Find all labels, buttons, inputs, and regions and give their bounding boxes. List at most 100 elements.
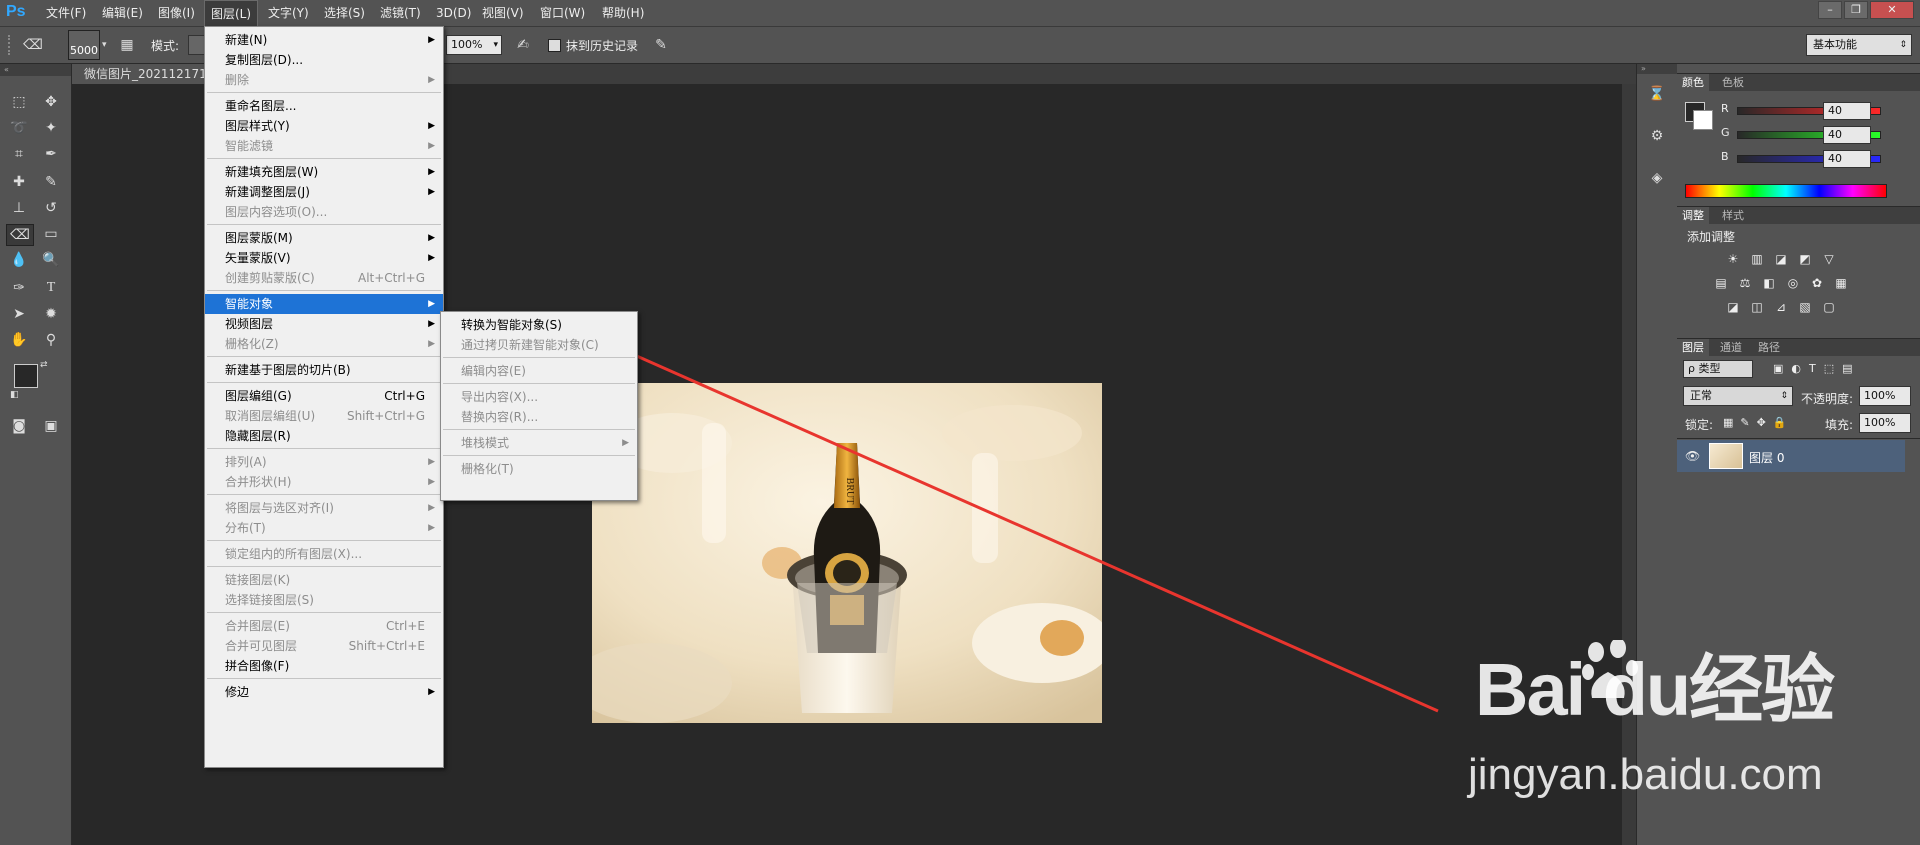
layer-menu-item[interactable]: 图层内容选项(O)... [205, 202, 443, 222]
layer-menu-item[interactable]: 智能对象 ▶ [205, 294, 443, 314]
threshold-icon[interactable]: ⊿ [1773, 300, 1789, 314]
layer-menu-separator [207, 494, 441, 495]
layer-menu-item[interactable]: 合并可见图层 Shift+Ctrl+E [205, 636, 443, 656]
smart-object-menu-item-label: 编辑内容(E) [461, 364, 526, 378]
layer-menu-item-label: 链接图层(K) [225, 573, 291, 587]
channel-mixer-icon[interactable]: ✿ [1809, 276, 1825, 290]
smart-object-menu-item[interactable]: 栅格化(T) [441, 459, 637, 479]
layer-menu-item-label: 修边 [225, 685, 250, 699]
exposure-icon[interactable]: ◩ [1797, 252, 1813, 266]
smart-object-menu-item[interactable]: 替换内容(R)... [441, 407, 637, 427]
submenu-arrow-icon: ▶ [428, 503, 435, 513]
submenu-arrow-icon: ▶ [428, 35, 435, 45]
layer-row[interactable]: 👁 图层 0 [1677, 440, 1905, 472]
layer-menu-item[interactable]: 新建填充图层(W) ▶ [205, 162, 443, 182]
fill-input[interactable]: 100% [1859, 413, 1911, 433]
layer-menu-item[interactable]: 图层蒙版(M) ▶ [205, 228, 443, 248]
layer-menu-item[interactable]: 新建基于图层的切片(B) [205, 360, 443, 380]
layer-menu-item[interactable]: 将图层与选区对齐(I) ▶ [205, 498, 443, 518]
brightness-icon[interactable]: ☀ [1725, 252, 1741, 266]
tab-channels[interactable]: 通道 [1715, 339, 1747, 356]
tab-color[interactable]: 颜色 [1677, 74, 1709, 91]
layer-menu-item[interactable]: 删除 ▶ [205, 70, 443, 90]
color-lookup-icon[interactable]: ▦ [1833, 276, 1849, 290]
layer-menu-item[interactable]: 锁定组内的所有图层(X)... [205, 544, 443, 564]
lock-icons[interactable]: ▦✎✥🔒 [1723, 416, 1794, 429]
smart-object-menu-item[interactable]: 通过拷贝新建智能对象(C) [441, 335, 637, 355]
layer-menu-item[interactable]: 复制图层(D)... [205, 50, 443, 70]
layer-menu-item[interactable]: 链接图层(K) [205, 570, 443, 590]
color-balance-icon[interactable]: ⚖ [1737, 276, 1753, 290]
layer-menu-item[interactable]: 合并图层(E) Ctrl+E [205, 616, 443, 636]
layer-menu-item[interactable]: 合并形状(H) ▶ [205, 472, 443, 492]
layer-menu-item-label: 分布(T) [225, 521, 266, 535]
gradient-map-icon[interactable]: ▢ [1821, 300, 1837, 314]
photo-filter-icon[interactable]: ◎ [1785, 276, 1801, 290]
layer-menu-separator [207, 356, 441, 357]
layer-menu-item[interactable]: 新建(N) ▶ [205, 30, 443, 50]
layers-panel-tabs: 图层 通道 路径 [1677, 338, 1920, 356]
submenu-arrow-icon: ▶ [428, 477, 435, 487]
tab-styles[interactable]: 样式 [1717, 207, 1749, 224]
layer-filter-icons[interactable]: ▣◐T⬚▤ [1773, 362, 1861, 375]
layer-menu-item[interactable]: 新建调整图层(J) ▶ [205, 182, 443, 202]
layer-menu-item[interactable]: 分布(T) ▶ [205, 518, 443, 538]
layer-menu-item[interactable]: 图层样式(Y) ▶ [205, 116, 443, 136]
layer-menu-item[interactable]: 隐藏图层(R) [205, 426, 443, 446]
dock-collapse-icon[interactable]: » [1637, 64, 1677, 74]
smart-object-menu-item[interactable]: 编辑内容(E) [441, 361, 637, 381]
submenu-arrow-icon: ▶ [428, 121, 435, 131]
layer-menu-item[interactable]: 创建剪贴蒙版(C) Alt+Ctrl+G [205, 268, 443, 288]
eye-icon[interactable]: 👁 [1685, 449, 1700, 463]
vibrance-icon[interactable]: ▽ [1821, 252, 1837, 266]
3d-panel-icon[interactable]: ◈ [1646, 168, 1668, 188]
layer-menu-separator [207, 158, 441, 159]
fill-value: 100% [1864, 416, 1896, 429]
submenu-arrow-icon: ▶ [428, 687, 435, 697]
tab-layers[interactable]: 图层 [1677, 339, 1709, 356]
tab-adjustments[interactable]: 调整 [1677, 207, 1709, 224]
layer-menu-item-label: 删除 [225, 73, 250, 87]
submenu-arrow-icon: ▶ [428, 523, 435, 533]
color-background-swatch[interactable] [1693, 110, 1713, 130]
history-panel-icon[interactable]: ⌛ [1646, 84, 1668, 104]
layer-menu-item[interactable]: 重命名图层... [205, 96, 443, 116]
layer-menu-item[interactable]: 排列(A) ▶ [205, 452, 443, 472]
invert-icon[interactable]: ◪ [1725, 300, 1741, 314]
black-white-icon[interactable]: ◧ [1761, 276, 1777, 290]
tab-paths[interactable]: 路径 [1753, 339, 1785, 356]
submenu-arrow-icon: ▶ [428, 299, 435, 309]
channel-r-value[interactable]: 40 [1823, 102, 1871, 120]
layer-menu-item[interactable]: 取消图层编组(U) Shift+Ctrl+G [205, 406, 443, 426]
channel-g-value[interactable]: 40 [1823, 126, 1871, 144]
smart-object-menu-item[interactable]: 导出内容(X)... [441, 387, 637, 407]
opacity-input[interactable]: 100% [1859, 386, 1911, 406]
color-spectrum-bar[interactable] [1685, 184, 1887, 198]
smart-object-menu-item-label: 通过拷贝新建智能对象(C) [461, 338, 599, 352]
layer-menu-item[interactable]: 修边 ▶ [205, 682, 443, 702]
layer-menu-separator [207, 678, 441, 679]
posterize-icon[interactable]: ◫ [1749, 300, 1765, 314]
properties-panel-icon[interactable]: ⚙ [1646, 126, 1668, 146]
submenu-arrow-icon: ▶ [428, 187, 435, 197]
layer-menu-item[interactable]: 矢量蒙版(V) ▶ [205, 248, 443, 268]
channel-g-label: G [1721, 126, 1730, 139]
layer-menu-item[interactable]: 图层编组(G) Ctrl+G [205, 386, 443, 406]
tab-swatches[interactable]: 色板 [1717, 74, 1749, 91]
curves-icon[interactable]: ◪ [1773, 252, 1789, 266]
selective-color-icon[interactable]: ▧ [1797, 300, 1813, 314]
layer-menu-item[interactable]: 智能滤镜 ▶ [205, 136, 443, 156]
layer-menu-item[interactable]: 选择链接图层(S) [205, 590, 443, 610]
smart-object-menu-item[interactable]: 堆栈模式 ▶ [441, 433, 637, 453]
layer-menu-item[interactable]: 栅格化(Z) ▶ [205, 334, 443, 354]
layer-filter-select[interactable]: ρ 类型 [1683, 360, 1753, 378]
layer-menu-item[interactable]: 视频图层 ▶ [205, 314, 443, 334]
layer-menu-item[interactable]: 拼合图像(F) [205, 656, 443, 676]
layer-name[interactable]: 图层 0 [1749, 449, 1784, 466]
channel-b-value[interactable]: 40 [1823, 150, 1871, 168]
smart-object-menu-item[interactable]: 转换为智能对象(S) [441, 315, 637, 335]
blend-mode-select[interactable]: 正常 ⇕ [1683, 386, 1793, 406]
hue-saturation-icon[interactable]: ▤ [1713, 276, 1729, 290]
levels-icon[interactable]: ▥ [1749, 252, 1765, 266]
layer-menu-item-label: 创建剪贴蒙版(C) [225, 271, 315, 285]
